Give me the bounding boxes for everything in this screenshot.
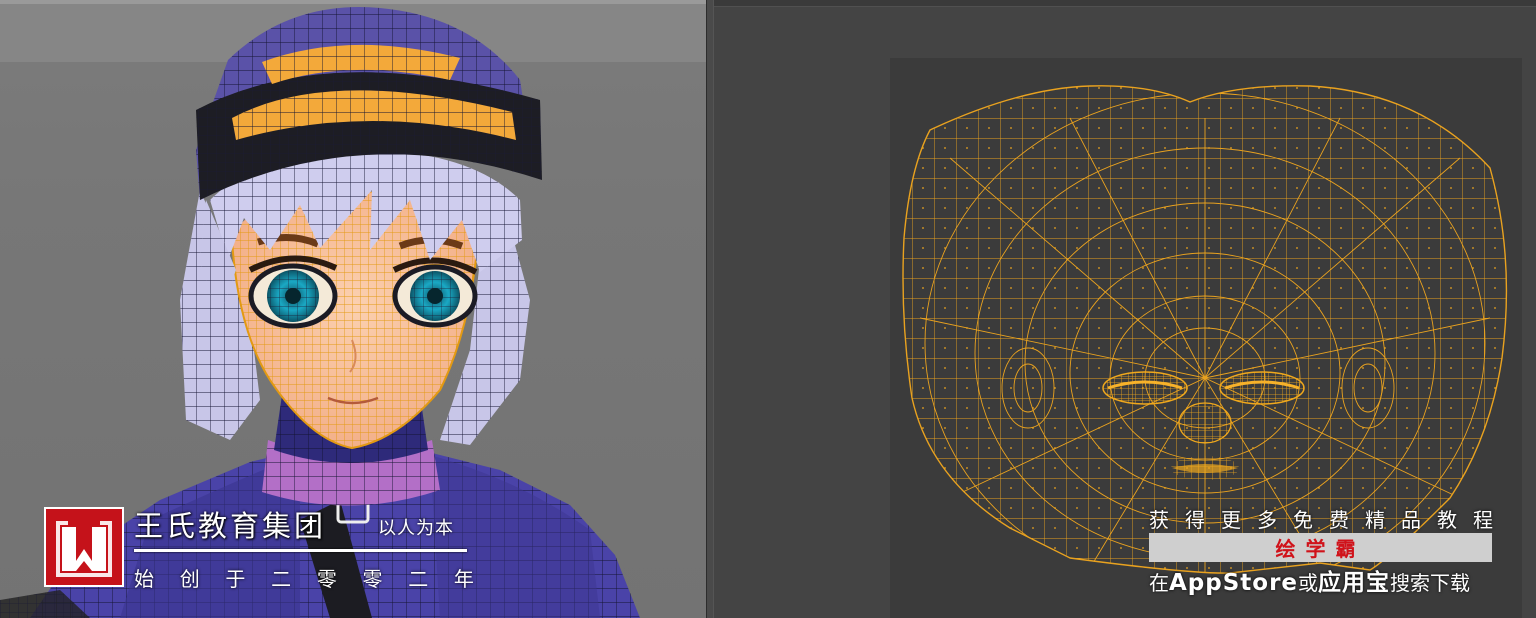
brand-founded-char: 年 <box>453 567 474 591</box>
promo-download-suffix: 搜索下载 <box>1390 571 1471 595</box>
brand-founded-char: 零 <box>316 567 337 591</box>
brand-logo <box>44 507 124 587</box>
promo-tagline-char: 多 <box>1257 508 1277 532</box>
promo-tagline-char: 免 <box>1293 508 1313 532</box>
promo-tagline-char: 得 <box>1185 508 1205 532</box>
promo-tagline-char: 获 <box>1149 508 1169 532</box>
brand-founded-char: 始 <box>134 567 154 591</box>
promo-download-prefix: 在 <box>1149 571 1169 595</box>
promo-tagline-char: 更 <box>1221 508 1241 532</box>
brand-slogan: 以人为本 <box>378 518 454 539</box>
brand-company-name: 王氏教育集团 <box>134 509 327 543</box>
promo-or: 或 <box>1298 571 1319 595</box>
promo-tagline-char: 精 <box>1365 508 1385 532</box>
brand-divider <box>134 549 467 552</box>
promo-tagline-char: 品 <box>1401 508 1421 532</box>
promo-tagline-char: 费 <box>1329 508 1349 532</box>
promo-download-line: 在AppStore或应用宝搜索下载 <box>1149 563 1470 597</box>
brand-founded-char: 零 <box>362 567 383 591</box>
promo-tagline-char: 教 <box>1437 508 1457 532</box>
promo-tagline: 获 得 更 多 免 费 精 品 教 程 <box>1149 504 1493 533</box>
promo-store-appstore: AppStore <box>1169 570 1299 596</box>
brand-founded-line: 始 创 于 二 零 零 二 年 <box>134 563 474 592</box>
brand-founded-char: 创 <box>179 567 200 591</box>
uv-editor-header <box>714 0 1536 7</box>
brand-founded-char: 二 <box>408 567 429 591</box>
promo-app-name: 绘学霸 <box>1275 537 1366 561</box>
brand-founded-char: 二 <box>271 567 292 591</box>
promo-tagline-char: 程 <box>1473 508 1493 532</box>
promo-store-yingyongbao: 应用宝 <box>1318 570 1391 596</box>
viewport-splitter[interactable] <box>706 0 714 618</box>
brand-founded-char: 于 <box>225 567 246 591</box>
promo-app-name-badge: 绘学霸 <box>1149 533 1492 562</box>
brand-w-icon <box>56 521 112 577</box>
